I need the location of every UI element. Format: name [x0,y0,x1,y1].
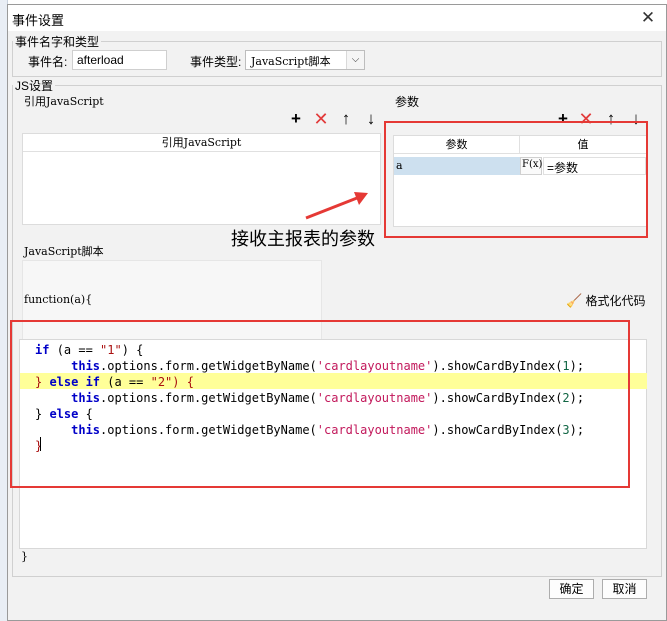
function-header: function(a){ [24,293,93,306]
event-type-label: 事件类型: [190,55,242,69]
broom-icon: 🧹 [566,293,583,308]
params-highlight-box [384,121,648,238]
event-settings-dialog: 事件设置 ✕ 事件名字和类型 事件名: afterload 事件类型: Java… [7,4,667,621]
move-down-ref-button[interactable]: ↓ [362,110,380,128]
format-code-button[interactable]: 🧹 格式化代码 [566,292,646,309]
chevron-down-icon: ⌵ [346,51,364,69]
title-bar: 事件设置 ✕ [8,5,666,31]
code-highlight-box [10,320,630,488]
event-type-value: JavaScript脚本 [251,55,331,68]
ref-js-column-header: 引用JavaScript [23,134,380,152]
js-group-legend: JS设置 [15,79,54,93]
ref-js-label: 引用JavaScript [24,95,104,108]
add-ref-button[interactable]: + [287,110,305,128]
event-name-field[interactable]: afterload [72,50,167,70]
params-label: 参数 [395,95,420,109]
annotation-arrow-icon [305,192,368,220]
event-name-label: 事件名: [28,55,68,69]
delete-ref-button[interactable]: ✕ [312,110,330,128]
close-icon[interactable]: ✕ [638,8,658,28]
window-title: 事件设置 [12,13,65,28]
event-group-legend: 事件名字和类型 [15,35,100,49]
annotation-text: 接收主报表的参数 [231,229,375,249]
format-code-label: 格式化代码 [585,294,646,308]
closing-brace: } [21,550,28,563]
script-label: JavaScript脚本 [24,245,104,258]
move-up-ref-button[interactable]: ↑ [337,110,355,128]
cancel-button[interactable]: 取消 [602,579,647,599]
ok-button[interactable]: 确定 [549,579,594,599]
event-type-select[interactable]: JavaScript脚本 ⌵ [245,50,365,70]
